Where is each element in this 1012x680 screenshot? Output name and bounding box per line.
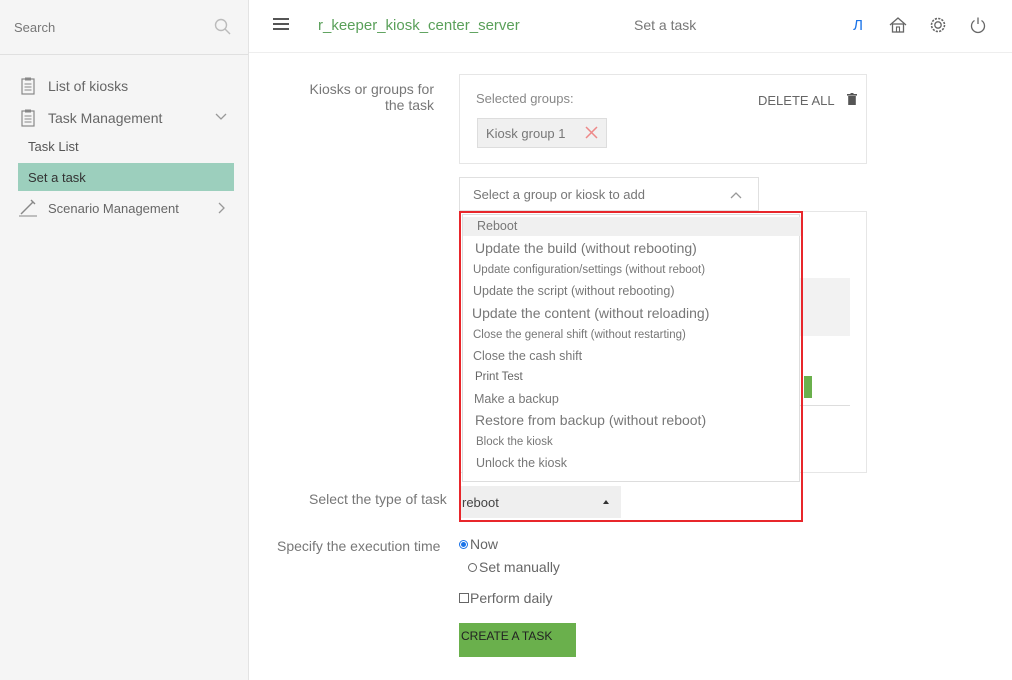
sidebar-item-label: Task Management — [48, 110, 163, 126]
kiosks-label: Kiosks or groups for the task — [309, 81, 435, 113]
option-unlock-kiosk[interactable]: Unlock the kiosk — [463, 453, 801, 473]
sidebar-item-list-of-kiosks[interactable]: List of kiosks — [18, 74, 128, 98]
page-title: Set a task — [634, 17, 697, 33]
panel-button-edge — [804, 376, 812, 398]
clipboard-icon — [18, 109, 38, 127]
language-button[interactable]: Л — [847, 14, 869, 36]
create-task-button[interactable]: CREATE A TASK — [459, 623, 576, 657]
delete-all-label: DELETE ALL — [758, 93, 835, 108]
sidebar-item-label: Set a task — [28, 169, 86, 185]
radio-set-manually[interactable]: Set manually — [468, 559, 560, 575]
option-update-build[interactable]: Update the build (without rebooting) — [463, 238, 801, 259]
sidebar: List of kiosks Task Management Task List… — [0, 0, 249, 680]
panel-area — [800, 278, 850, 336]
option-close-general-shift[interactable]: Close the general shift (without restart… — [463, 325, 801, 345]
task-type-select[interactable]: reboot — [459, 486, 621, 518]
menu-icon[interactable] — [273, 18, 289, 32]
option-block-kiosk[interactable]: Block the kiosk — [463, 432, 801, 452]
task-type-dropdown: Reboot Update the build (without rebooti… — [462, 214, 801, 482]
checkbox-icon — [459, 593, 469, 603]
group-chip: Kiosk group 1 — [477, 118, 607, 148]
sidebar-item-set-a-task[interactable]: Set a task — [18, 163, 234, 191]
selected-groups-panel: Selected groups: DELETE ALL Kiosk group … — [459, 74, 867, 164]
pencil-icon — [18, 199, 38, 217]
option-restore-backup[interactable]: Restore from backup (without reboot) — [463, 410, 801, 431]
trash-icon — [846, 93, 857, 108]
sidebar-item-label: Task List — [28, 138, 79, 154]
option-make-backup[interactable]: Make a backup — [463, 389, 801, 409]
option-update-content[interactable]: Update the content (without reloading) — [463, 302, 801, 324]
sidebar-item-task-list[interactable]: Task List — [18, 132, 234, 160]
clipboard-icon — [18, 77, 38, 95]
perform-daily-checkbox[interactable]: Perform daily — [459, 590, 552, 606]
close-icon[interactable] — [585, 126, 598, 142]
selected-groups-label: Selected groups: — [476, 91, 574, 106]
search-input[interactable] — [8, 14, 210, 40]
group-select-placeholder: Select a group or kiosk to add — [473, 186, 645, 202]
option-print-test[interactable]: Print Test — [463, 367, 801, 387]
gear-icon[interactable] — [927, 14, 949, 36]
radio-selected-icon — [459, 539, 468, 549]
group-chip-label: Kiosk group 1 — [486, 125, 566, 141]
perform-daily-label: Perform daily — [470, 590, 553, 606]
chevron-up-icon — [730, 189, 742, 204]
home-icon[interactable] — [887, 14, 909, 36]
sidebar-item-scenario-management[interactable]: Scenario Management — [18, 196, 179, 220]
top-bar: r_keeper_kiosk_center_server Set a task … — [249, 0, 1012, 53]
sidebar-item-label: Scenario Management — [48, 200, 179, 216]
task-type-value: reboot — [462, 494, 499, 510]
divider — [800, 405, 850, 406]
option-close-cash-shift[interactable]: Close the cash shift — [463, 346, 801, 366]
chevron-down-icon[interactable] — [214, 110, 228, 129]
group-kiosk-select[interactable]: Select a group or kiosk to add — [459, 177, 759, 211]
delete-all-button[interactable]: DELETE ALL — [758, 93, 857, 108]
search-icon[interactable] — [214, 18, 232, 41]
exec-time-label: Specify the execution time — [277, 538, 441, 554]
sidebar-item-label: List of kiosks — [48, 78, 129, 94]
app-title: r_keeper_kiosk_center_server — [318, 17, 520, 34]
option-update-script[interactable]: Update the script (without rebooting) — [463, 281, 801, 301]
radio-unselected-icon — [468, 562, 477, 572]
radio-now-label: Now — [470, 536, 499, 552]
radio-manual-label: Set manually — [479, 559, 560, 575]
logout-icon[interactable] — [967, 14, 989, 36]
search-box — [0, 0, 248, 55]
task-type-label: Select the type of task — [309, 491, 447, 507]
chevron-right-icon[interactable] — [214, 201, 228, 220]
option-update-config[interactable]: Update configuration/settings (without r… — [463, 260, 801, 280]
sidebar-item-task-management[interactable]: Task Management — [18, 106, 234, 130]
radio-now[interactable]: Now — [459, 536, 498, 552]
caret-up-icon — [603, 500, 609, 504]
option-reboot[interactable]: Reboot — [463, 217, 801, 236]
